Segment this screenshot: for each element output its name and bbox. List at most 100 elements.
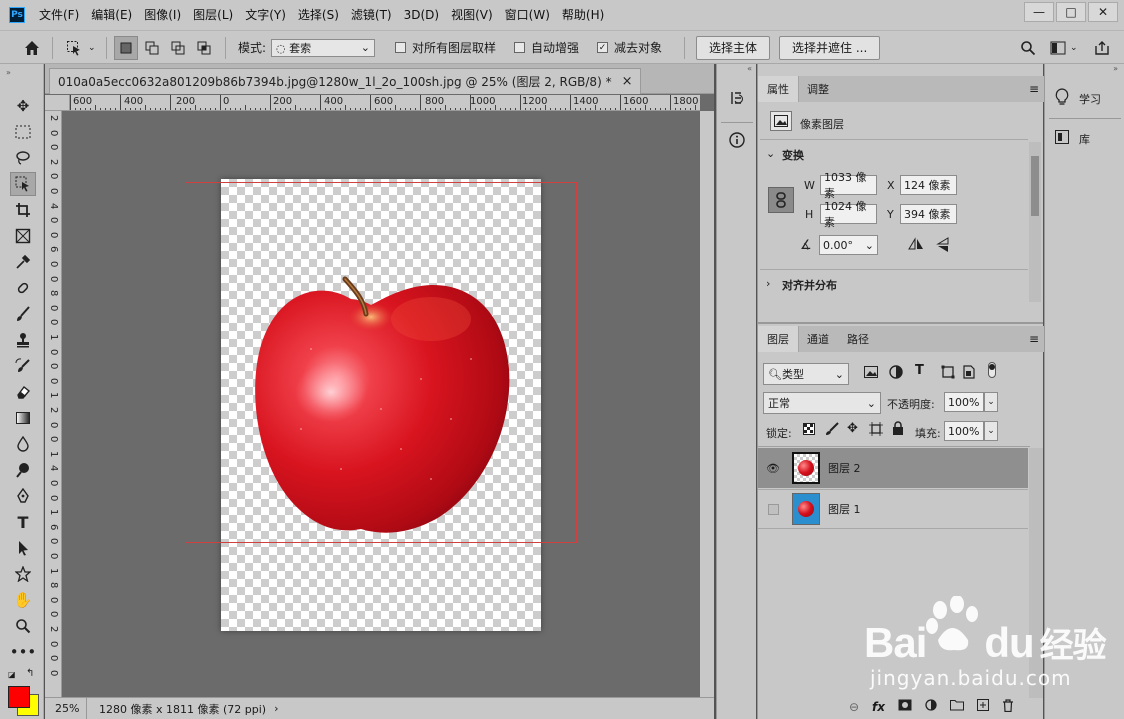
menu-type[interactable]: 文字(Y) (239, 0, 292, 30)
fill-field[interactable]: 100% (944, 421, 984, 441)
link-icon[interactable] (768, 187, 794, 213)
object-select-tool-icon[interactable] (62, 36, 86, 60)
tab-properties[interactable]: 属性 (758, 76, 799, 102)
filter-adjustment-icon[interactable] (889, 365, 903, 382)
share-icon[interactable] (1090, 36, 1114, 60)
tab-paths[interactable]: 路径 (838, 326, 878, 352)
eraser-tool-icon[interactable] (10, 380, 36, 404)
custom-shape-tool-icon[interactable] (10, 562, 36, 586)
layer-row-layer-1[interactable]: 图层 1 (758, 489, 1028, 529)
menu-image[interactable]: 图像(I) (138, 0, 187, 30)
menu-edit[interactable]: 编辑(E) (85, 0, 138, 30)
tab-adjustments[interactable]: 调整 (798, 76, 838, 102)
panel-menu-icon[interactable]: ≡ (1029, 332, 1039, 346)
filter-toggle[interactable] (988, 362, 996, 378)
panel-menu-icon[interactable]: ≡ (1029, 82, 1039, 96)
chevron-down-icon[interactable]: ⌄ (766, 147, 775, 160)
add-to-selection-icon[interactable] (140, 36, 164, 60)
stamp-tool-icon[interactable] (10, 328, 36, 352)
hand-tool-icon[interactable]: ✋ (10, 588, 36, 612)
transform-section-title[interactable]: 变换 (782, 147, 804, 163)
history-brush-tool-icon[interactable] (10, 354, 36, 378)
chevron-down-icon[interactable]: ⌄ (984, 392, 998, 412)
search-icon[interactable] (1016, 36, 1040, 60)
menu-filter[interactable]: 滤镜(T) (345, 0, 398, 30)
lasso-tool-icon[interactable] (10, 146, 36, 170)
select-subject-button[interactable]: 选择主体 (696, 35, 771, 60)
info-panel-icon[interactable] (725, 128, 749, 152)
align-section-title[interactable]: 对齐并分布 (782, 277, 837, 293)
type-tool-icon[interactable]: T (10, 510, 36, 534)
chevron-down-icon[interactable]: ⌄ (865, 239, 874, 252)
collapse-icon[interactable]: « (747, 64, 752, 73)
visibility-toggle[interactable] (758, 503, 788, 515)
frame-tool-icon[interactable] (10, 224, 36, 248)
properties-scrollbar[interactable] (1029, 142, 1041, 302)
maximize-button[interactable]: □ (1056, 2, 1086, 22)
filter-type-icon[interactable]: T (915, 363, 924, 378)
menu-window[interactable]: 窗口(W) (499, 0, 556, 30)
filter-shape-icon[interactable] (941, 365, 955, 382)
subtract-object-checkbox[interactable]: ✓ (597, 42, 608, 53)
link-layers-icon[interactable]: ⊖ (849, 700, 859, 714)
flip-vertical-icon[interactable] (936, 237, 950, 256)
minimize-button[interactable]: — (1024, 2, 1054, 22)
close-tab-icon[interactable]: × (622, 74, 633, 89)
close-button[interactable]: ✕ (1088, 2, 1118, 22)
blur-tool-icon[interactable] (10, 432, 36, 456)
sample-all-checkbox[interactable] (395, 42, 406, 53)
adjustment-layer-icon[interactable] (925, 699, 937, 714)
tab-layers[interactable]: 图层 (758, 326, 799, 352)
dodge-tool-icon[interactable] (10, 458, 36, 482)
y-field[interactable]: 394 像素 (900, 204, 957, 224)
new-layer-icon[interactable] (977, 699, 989, 714)
opacity-field[interactable]: 100% (944, 392, 984, 412)
filter-pixel-icon[interactable] (864, 366, 878, 381)
collapse-icon[interactable]: » (1113, 64, 1118, 73)
learn-panel-button[interactable]: 学习 (1055, 88, 1101, 109)
intersect-selection-icon[interactable] (192, 36, 216, 60)
menu-3d[interactable]: 3D(D) (398, 0, 445, 30)
marquee-tool-icon[interactable] (10, 120, 36, 144)
blend-mode-select[interactable]: 正常 ⌄ (763, 392, 881, 414)
layer-row-layer-2[interactable]: 👁︎ 图层 2 (758, 448, 1028, 488)
more-tools-icon[interactable]: ••• (10, 640, 37, 664)
home-icon[interactable] (20, 36, 44, 60)
object-selection-tool-icon[interactable] (10, 172, 36, 196)
angle-field[interactable]: 0.00° ⌄ (819, 235, 878, 255)
width-field[interactable]: 1033 像素 (820, 171, 877, 200)
flip-horizontal-icon[interactable] (908, 237, 924, 254)
status-menu-icon[interactable]: › (274, 702, 278, 715)
layer-name[interactable]: 图层 1 (828, 501, 861, 517)
menu-view[interactable]: 视图(V) (445, 0, 499, 30)
eye-icon[interactable]: 👁︎ (758, 462, 788, 475)
chevron-down-icon[interactable]: ⌄ (1070, 43, 1078, 53)
default-colors-icon[interactable]: ◪ (8, 670, 16, 679)
mode-select[interactable]: ◌ 套索 ⌄ (271, 38, 375, 57)
gradient-tool-icon[interactable] (10, 406, 36, 430)
layer-name[interactable]: 图层 2 (828, 460, 861, 476)
folder-icon[interactable] (950, 699, 964, 714)
eyedropper-tool-icon[interactable] (10, 250, 36, 274)
menu-help[interactable]: 帮助(H) (556, 0, 610, 30)
swap-colors-icon[interactable]: ↰ (26, 668, 34, 679)
move-tool-icon[interactable]: ✥ (10, 94, 36, 118)
lock-position-icon[interactable]: ✥ (847, 421, 858, 436)
filter-smart-object-icon[interactable] (963, 365, 975, 382)
collapse-icon[interactable]: » (6, 68, 11, 77)
path-selection-tool-icon[interactable] (10, 536, 36, 560)
lock-artboard-icon[interactable] (869, 422, 883, 439)
healing-brush-tool-icon[interactable] (10, 276, 36, 300)
pen-tool-icon[interactable] (10, 484, 36, 508)
trash-icon[interactable] (1002, 698, 1014, 715)
vertical-scrollbar[interactable] (700, 111, 714, 697)
chevron-down-icon[interactable]: ⌄ (984, 421, 998, 441)
chevron-right-icon[interactable]: › (766, 277, 770, 290)
fx-icon[interactable]: fx (872, 700, 885, 714)
history-panel-icon[interactable] (725, 86, 749, 110)
brush-tool-icon[interactable] (10, 302, 36, 326)
layer-filter-select[interactable]: 🔍︎类型 ⌄ (763, 363, 849, 385)
height-field[interactable]: 1024 像素 (820, 200, 877, 229)
document-tab[interactable]: 010a0a5ecc0632a801209b86b7394b.jpg@1280w… (49, 68, 642, 94)
menu-select[interactable]: 选择(S) (292, 0, 345, 30)
